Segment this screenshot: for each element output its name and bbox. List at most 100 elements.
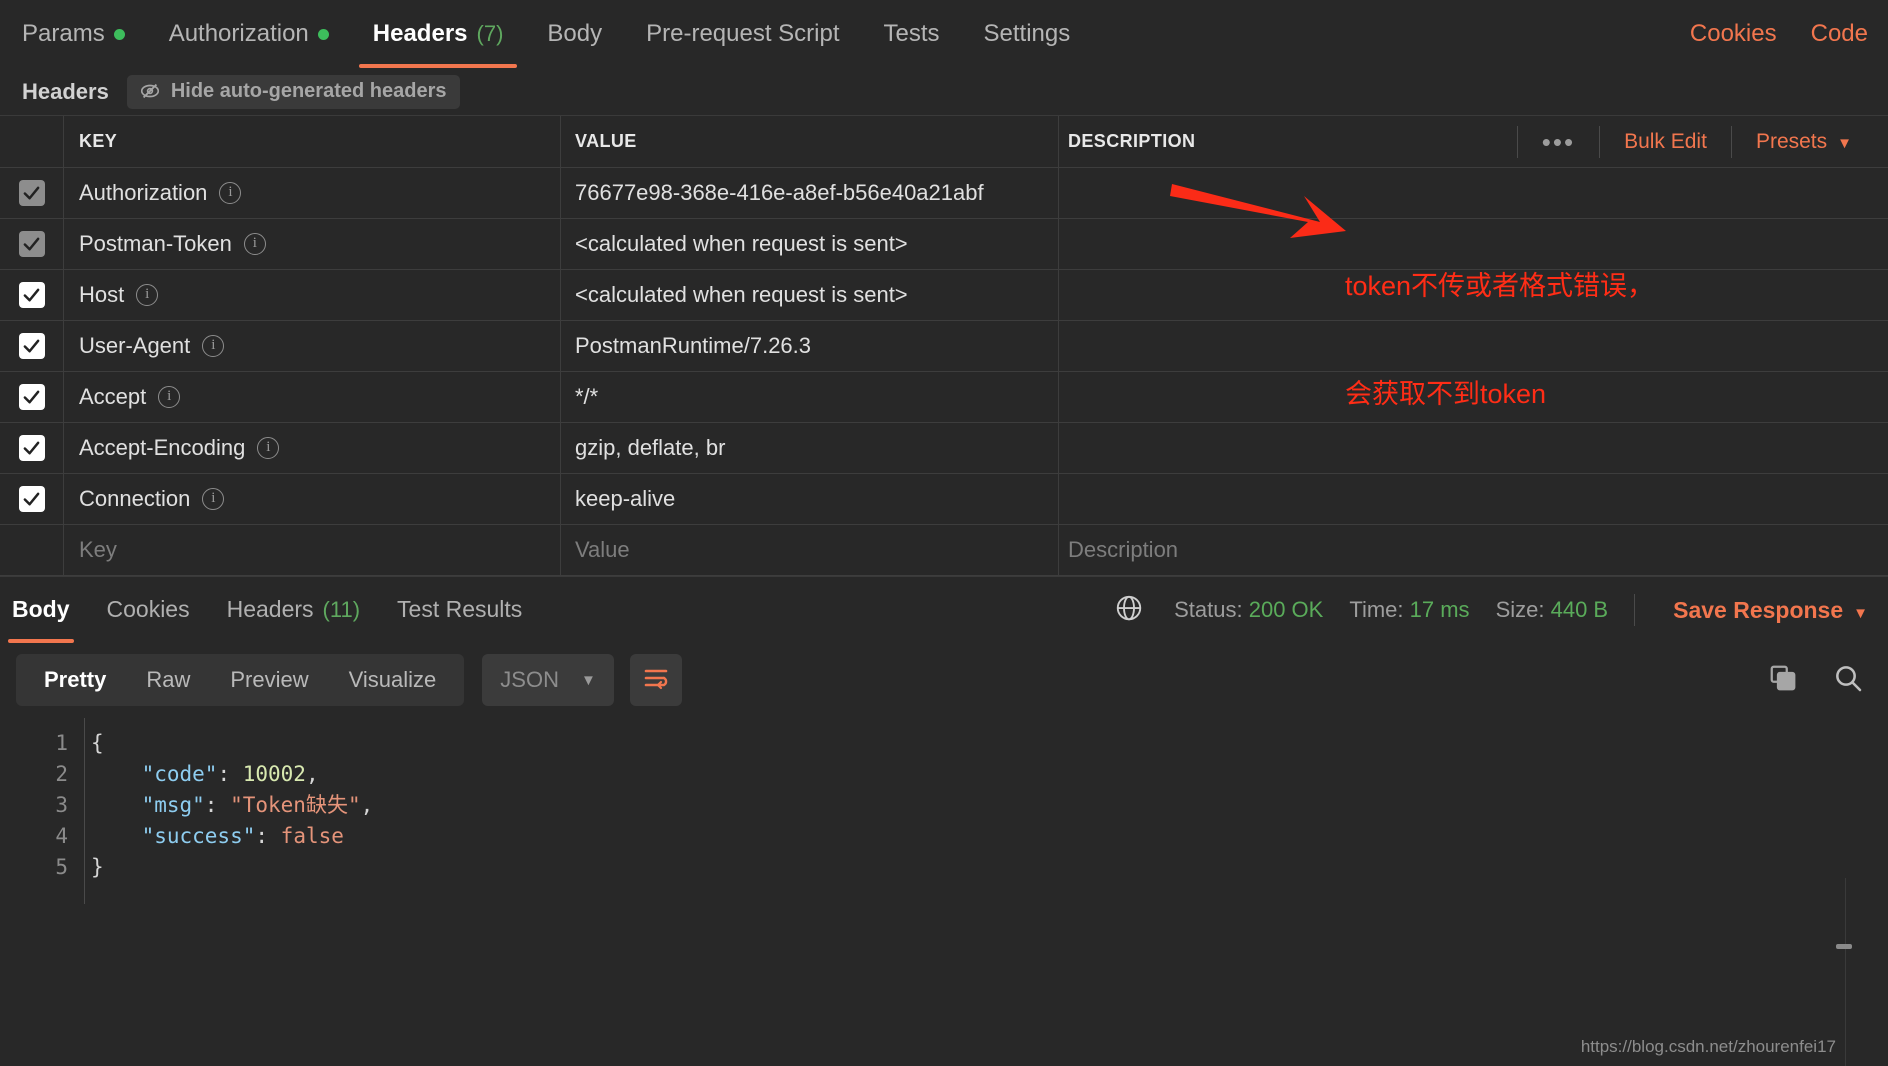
table-row[interactable]: Connection i keep-alive: [0, 474, 1888, 525]
request-tab-authorization[interactable]: Authorization: [169, 0, 329, 68]
headers-table-header-row: KEY VALUE DESCRIPTION ••• Bulk Edit Pres…: [0, 116, 1888, 168]
response-body-code[interactable]: 1 2 3 4 5 { "code": 10002, "msg": "Token缺失",…: [0, 718, 1888, 904]
row-checkbox-cell: [0, 474, 64, 524]
info-icon[interactable]: i: [257, 437, 280, 459]
table-row[interactable]: Accept-Encoding i gzip, deflate, br: [0, 423, 1888, 474]
row-key-cell[interactable]: Host i: [64, 270, 561, 320]
row-value-cell[interactable]: <calculated when request is sent>: [561, 270, 1059, 320]
info-icon[interactable]: i: [202, 488, 225, 510]
row-description-cell[interactable]: [1059, 474, 1888, 524]
table-row[interactable]: User-Agent i PostmanRuntime/7.26.3: [0, 321, 1888, 372]
row-key-cell[interactable]: Postman-Token i: [64, 219, 561, 269]
row-value-cell[interactable]: 76677e98-368e-416e-a8ef-b56e40a21abf: [561, 168, 1059, 218]
wrap-lines-button[interactable]: [629, 654, 682, 706]
more-options-icon[interactable]: •••: [1528, 129, 1589, 155]
response-body-toolbar: Pretty Raw Preview Visualize JSON ▼: [0, 642, 1888, 718]
response-tab-cookies[interactable]: Cookies: [107, 577, 190, 643]
row-key-cell[interactable]: Accept-Encoding i: [64, 423, 561, 473]
row-key-text: Host: [79, 282, 125, 307]
request-tab-params[interactable]: Params: [22, 0, 125, 68]
new-header-row[interactable]: Key Value Description: [0, 525, 1888, 576]
row-key-cell[interactable]: Connection i: [64, 474, 561, 524]
new-header-description-input[interactable]: Description: [1059, 525, 1888, 575]
request-tab-settings[interactable]: Settings: [984, 0, 1071, 68]
new-header-checkbox-cell: [0, 525, 64, 575]
table-row[interactable]: Host i <calculated when request is sent>: [0, 270, 1888, 321]
row-value-cell[interactable]: gzip, deflate, br: [561, 423, 1059, 473]
hide-auto-generated-headers-label: Hide auto-generated headers: [170, 79, 447, 102]
row-enabled-checkbox[interactable]: [18, 384, 45, 410]
info-icon[interactable]: i: [202, 335, 225, 357]
row-enabled-checkbox[interactable]: [18, 486, 45, 512]
code-token: {: [91, 731, 104, 755]
code-token: "code": [141, 762, 218, 786]
save-response-button[interactable]: Save Response ▼: [1673, 597, 1868, 624]
body-view-preview[interactable]: Preview: [210, 667, 328, 693]
row-value-cell[interactable]: PostmanRuntime/7.26.3: [561, 321, 1059, 371]
size-label: Size: 440 B: [1495, 597, 1609, 622]
table-row[interactable]: Accept i */*: [0, 372, 1888, 423]
request-tab-count: (7): [476, 21, 504, 46]
body-format-dropdown[interactable]: JSON ▼: [482, 654, 614, 706]
row-enabled-checkbox[interactable]: [18, 435, 45, 461]
row-enabled-checkbox[interactable]: [18, 282, 45, 308]
presets-button[interactable]: Presets ▼: [1742, 130, 1866, 154]
info-icon[interactable]: i: [158, 386, 181, 408]
row-enabled-checkbox[interactable]: [18, 231, 45, 257]
row-value-text: gzip, deflate, br: [575, 435, 726, 460]
line-number: 4: [55, 824, 68, 848]
copy-icon[interactable]: [1768, 663, 1798, 698]
hide-auto-generated-headers-button[interactable]: Hide auto-generated headers: [126, 74, 461, 109]
bulk-edit-button[interactable]: Bulk Edit: [1610, 130, 1721, 154]
request-tab-label: Params: [22, 20, 105, 47]
table-row[interactable]: Authorization i 76677e98-368e-416e-a8ef-b5…: [0, 168, 1888, 219]
row-description-cell[interactable]: [1059, 423, 1888, 473]
body-view-visualize[interactable]: Visualize: [329, 667, 457, 693]
row-value-cell[interactable]: keep-alive: [561, 474, 1059, 524]
code-line: "msg": "Token缺失",: [91, 790, 1888, 821]
request-tab-pre-request-script[interactable]: Pre-request Script: [646, 0, 839, 68]
body-view-pretty[interactable]: Pretty: [24, 667, 126, 693]
new-header-value-input[interactable]: Value: [561, 525, 1059, 575]
row-description-cell[interactable]: [1059, 270, 1888, 320]
request-tab-tests[interactable]: Tests: [884, 0, 940, 68]
response-tab-headers[interactable]: Headers (11): [227, 577, 360, 643]
request-tab-body[interactable]: Body: [547, 0, 602, 68]
response-tab-test-results[interactable]: Test Results: [397, 577, 522, 643]
json-body-text[interactable]: { "code": 10002, "msg": "Token缺失", "succ…: [84, 718, 1888, 904]
row-value-cell[interactable]: */*: [561, 372, 1059, 422]
line-number: 5: [55, 855, 68, 879]
column-header-description: DESCRIPTION: [1068, 131, 1196, 151]
code-scrollbar-track[interactable]: [1845, 878, 1846, 1066]
code-token: false: [280, 824, 344, 848]
row-description-cell[interactable]: [1059, 321, 1888, 371]
row-value-text: 76677e98-368e-416e-a8ef-b56e40a21abf: [575, 180, 984, 205]
code-token: :: [217, 762, 243, 786]
row-enabled-checkbox[interactable]: [18, 333, 45, 359]
info-icon[interactable]: i: [219, 182, 242, 204]
row-value-cell[interactable]: <calculated when request is sent>: [561, 219, 1059, 269]
row-description-cell[interactable]: [1059, 168, 1888, 218]
row-description-cell[interactable]: [1059, 219, 1888, 269]
row-key-cell[interactable]: Accept i: [64, 372, 561, 422]
search-icon[interactable]: [1832, 662, 1864, 699]
new-header-key-input[interactable]: Key: [64, 525, 561, 575]
response-tab-label: Cookies: [106, 596, 190, 622]
request-tab-headers[interactable]: Headers (7): [358, 0, 518, 68]
row-description-cell[interactable]: [1059, 372, 1888, 422]
code-scrollbar-thumb[interactable]: [1836, 944, 1852, 949]
response-tab-body[interactable]: Body: [8, 577, 74, 643]
info-icon[interactable]: i: [243, 233, 266, 255]
info-icon[interactable]: i: [136, 284, 159, 306]
row-value-text: */*: [575, 384, 599, 409]
body-view-raw[interactable]: Raw: [126, 667, 210, 693]
cookies-link[interactable]: Cookies: [1690, 20, 1777, 48]
row-key-cell[interactable]: User-Agent i: [64, 321, 561, 371]
wrap-lines-icon: [642, 666, 670, 695]
column-header-value: VALUE: [561, 116, 1059, 167]
code-link[interactable]: Code: [1811, 20, 1868, 48]
row-enabled-checkbox[interactable]: [18, 180, 45, 206]
table-row[interactable]: Postman-Token i <calculated when request i…: [0, 219, 1888, 270]
row-key-cell[interactable]: Authorization i: [64, 168, 561, 218]
